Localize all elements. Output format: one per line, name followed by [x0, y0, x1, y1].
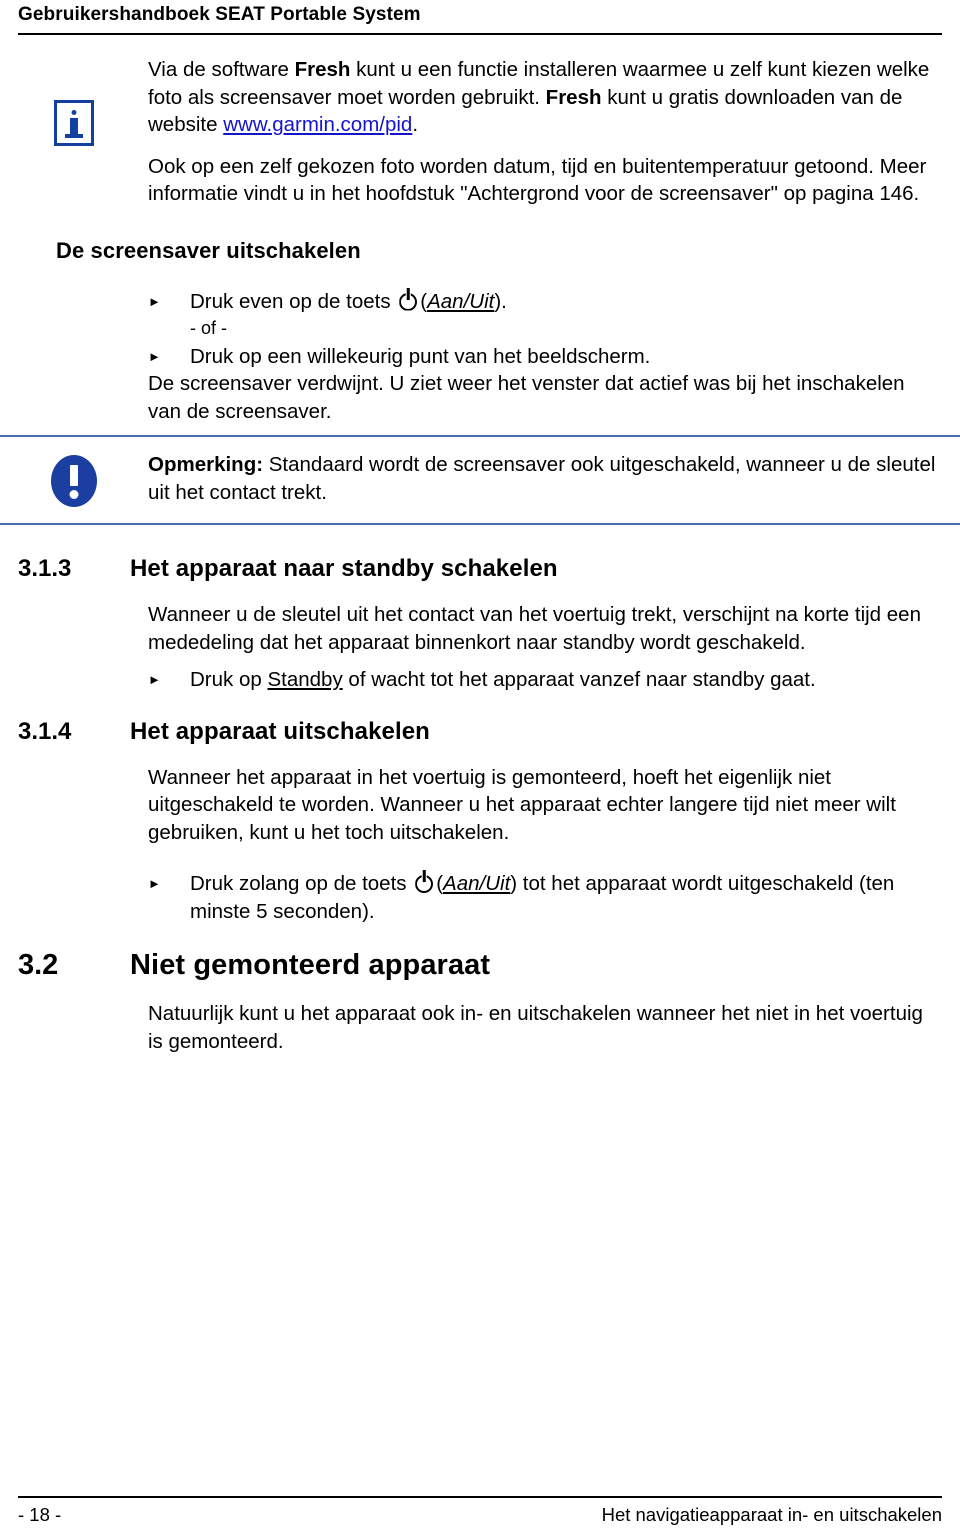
heading-screensaver-uitschakelen: De screensaver uitschakelen	[56, 237, 361, 263]
note-label: Opmerking:	[148, 453, 264, 476]
section-heading-32: 3.2 Niet gemonteerd apparaat	[0, 949, 960, 982]
footer-divider	[18, 1496, 942, 1498]
bullet1-prefix: Druk even op de toets	[190, 289, 397, 313]
document-page: Gebruikershandboek SEAT Portable System …	[0, 0, 960, 1540]
section-number: 3.1.3	[18, 555, 72, 582]
bullet-power-prefix: Druk zolang op de toets	[190, 872, 413, 895]
note-body: Standaard wordt de screensaver ook uitge…	[148, 453, 936, 504]
section-title: Het apparaat uitschakelen	[130, 717, 430, 745]
garmin-pid-link[interactable]: www.garmin.com/pid	[223, 113, 412, 136]
running-header: Gebruikershandboek SEAT Portable System	[18, 0, 942, 44]
info-icon-dot	[71, 110, 77, 115]
footer-chapter-title: Het navigatieapparaat in- en uitschakele…	[601, 1504, 942, 1525]
page-content: Via de software Fresh kunt u een functie…	[0, 56, 960, 1055]
section-title: Het apparaat naar standby schakelen	[130, 555, 558, 582]
info-p1-bold-fresh-1: Fresh	[294, 58, 351, 81]
bullet-press-power-key: ► Druk even op de toets (Aan/Uit).	[0, 287, 960, 316]
exclamation-dot	[69, 490, 79, 499]
bullet-hold-power-key: ► Druk zolang op de toets (Aan/Uit) tot …	[0, 870, 960, 925]
section-number: 3.1.4	[18, 717, 72, 745]
bullet-text: Druk even op de toets (Aan/Uit).	[190, 287, 940, 316]
footer-page-number: - 18 -	[18, 1504, 62, 1525]
info-p1-seg1: Via de software	[148, 58, 295, 81]
page-footer: - 18 - Het navigatieapparaat in- en uits…	[18, 1496, 942, 1526]
section-heading-314: 3.1.4 Het apparaat uitschakelen	[0, 718, 960, 746]
bullet-text: Druk op Standby of wacht tot het apparaa…	[190, 666, 940, 694]
bullet-text: Druk op een willekeurig punt van het bee…	[190, 344, 651, 368]
note-callout: Opmerking: Standaard wordt de screensave…	[0, 435, 960, 525]
info-callout: Via de software Fresh kunt u een functie…	[0, 56, 960, 208]
bullet-standby-suffix: of wacht tot het apparaat vanzef naar st…	[342, 668, 816, 691]
info-icon-foot	[65, 134, 83, 138]
info-icon	[54, 100, 94, 146]
exclamation-stem	[70, 465, 78, 486]
section-32-paragraph: Natuurlijk kunt u het apparaat ook in- e…	[148, 1002, 923, 1053]
section-title: Niet gemonteerd apparaat	[130, 949, 491, 981]
info-paragraph-1: Via de software Fresh kunt u een functie…	[148, 56, 940, 139]
bullet1-key-label: Aan/Uit	[427, 289, 495, 313]
section-313-paragraph: Wanneer u de sleutel uit het contact van…	[148, 603, 921, 654]
bullet-marker-icon: ►	[148, 293, 161, 309]
bullet-marker-icon: ►	[148, 348, 161, 364]
bullet-tap-screen: ► Druk op een willekeurig punt van het b…	[0, 343, 960, 371]
info-p1-bold-fresh-2: Fresh	[545, 85, 602, 109]
power-icon-bar	[407, 287, 410, 300]
info-icon-cell	[0, 56, 148, 146]
bullet-press-standby: ► Druk op Standby of wacht tot het appar…	[0, 666, 960, 694]
info-callout-text: Via de software Fresh kunt u een functie…	[148, 56, 960, 208]
note-icon-cell	[0, 451, 148, 507]
or-separator: - of -	[190, 318, 228, 338]
bullet-marker-icon: ►	[148, 672, 161, 687]
note-callout-text: Opmerking: Standaard wordt de screensave…	[148, 451, 960, 506]
info-paragraph-2: Ook op een zelf gekozen foto worden datu…	[148, 154, 927, 206]
power-key-label: Aan/Uit	[443, 872, 511, 895]
section-heading-313: 3.1.3 Het apparaat naar standby schakele…	[0, 555, 960, 583]
screensaver-result-text: De screensaver verdwijnt. U ziet weer he…	[148, 372, 905, 423]
bullet-marker-icon: ►	[148, 876, 161, 891]
warning-exclamation-icon	[51, 455, 97, 507]
note-paragraph: Opmerking: Standaard wordt de screensave…	[148, 451, 940, 506]
bullet-text: Druk zolang op de toets (Aan/Uit) tot he…	[190, 870, 940, 925]
header-divider	[18, 33, 942, 35]
bullet-standby-prefix: Druk op	[190, 668, 268, 691]
power-icon	[414, 870, 434, 893]
bullet1-paren-close: ).	[494, 289, 507, 313]
section-number: 3.2	[18, 949, 59, 981]
power-icon	[398, 287, 418, 311]
note-callout-inner: Opmerking: Standaard wordt de screensave…	[0, 451, 960, 507]
running-header-title: Gebruikershandboek SEAT Portable System	[18, 4, 421, 25]
footer-row: - 18 - Het navigatieapparaat in- en uits…	[18, 1504, 942, 1526]
standby-button-label: Standby	[267, 668, 343, 691]
info-p1-seg4: .	[412, 113, 419, 136]
section-314-paragraph: Wanneer het apparaat in het voertuig is …	[148, 765, 896, 844]
power-icon-bar	[422, 870, 426, 882]
